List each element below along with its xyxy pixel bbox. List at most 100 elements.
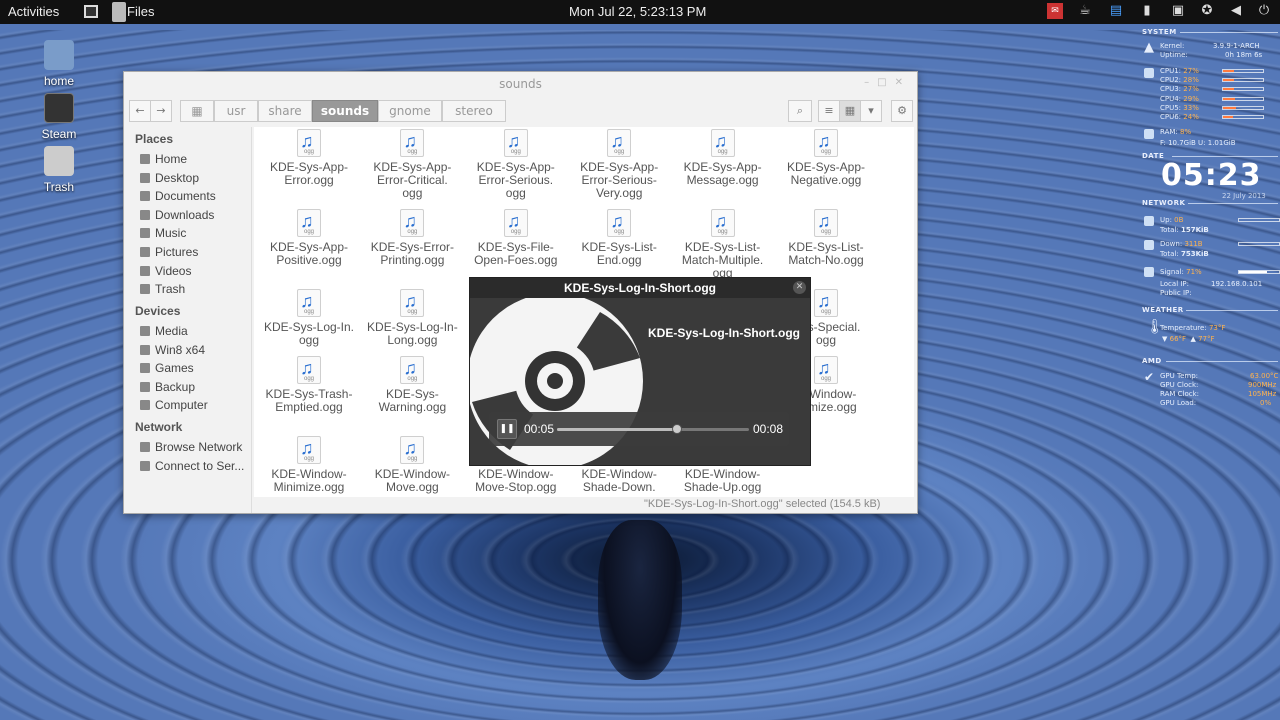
music-note-icon: ♫ xyxy=(403,358,417,378)
search-button[interactable]: ⌕ xyxy=(788,100,812,122)
temp-label: Temperature: xyxy=(1160,324,1207,332)
sidebar-item-connect-to-ser[interactable]: Connect to Ser... xyxy=(140,459,248,473)
file-item[interactable]: ♫ ogg KDE-Window- Move.ogg xyxy=(362,436,462,494)
crumb-usr[interactable]: usr xyxy=(214,100,258,122)
file-icon[interactable]: ▤ xyxy=(1108,3,1124,19)
sidebar-item-media[interactable]: Media xyxy=(140,324,248,338)
audio-file-icon: ♫ogg xyxy=(814,289,838,317)
back-button[interactable]: ← xyxy=(129,100,151,122)
file-item[interactable]: ♫ ogg KDE-Sys-Trash- Emptied.ogg xyxy=(259,356,359,414)
sidebar-item-win8-x64[interactable]: Win8 x64 xyxy=(140,343,248,357)
sidebar-item-computer[interactable]: Computer xyxy=(140,398,248,412)
crumb-sounds[interactable]: sounds xyxy=(312,100,378,122)
power-icon[interactable]: ⏻ xyxy=(1256,3,1272,19)
sidebar-item-documents[interactable]: Documents xyxy=(140,189,248,203)
sidebar-item-browse-network[interactable]: Browse Network xyxy=(140,440,248,454)
sidebar-item-home[interactable]: Home xyxy=(140,152,248,166)
file-item[interactable]: ♫ ogg KDE-Sys-App- Negative.ogg xyxy=(776,129,876,187)
cpu-label: CPU6: xyxy=(1160,113,1182,121)
app-menu-label[interactable]: Files xyxy=(127,4,154,19)
accessibility-icon[interactable]: ✪ xyxy=(1199,3,1215,19)
root-crumb[interactable]: ▦ xyxy=(180,100,214,122)
file-name-line: Long.ogg xyxy=(387,333,438,347)
crumb-share[interactable]: share xyxy=(258,100,312,122)
sidebar-item-videos[interactable]: Videos xyxy=(140,264,248,278)
clock[interactable]: Mon Jul 22, 5:23:13 PM xyxy=(569,4,706,19)
file-item[interactable]: ♫ ogg KDE-Sys- Warning.ogg xyxy=(362,356,462,414)
file-item[interactable]: ♫ ogg KDE-Sys-App- Error-Critical. ogg xyxy=(362,129,462,200)
cpu-label: CPU4: xyxy=(1160,94,1182,103)
crumb-stereo[interactable]: stereo xyxy=(442,100,506,122)
sidebar-item-downloads[interactable]: Downloads xyxy=(140,208,248,222)
forward-button[interactable]: → xyxy=(150,100,172,122)
file-name-line: ogg xyxy=(298,333,320,347)
audio-file-icon: ♫ogg xyxy=(297,289,321,317)
home-folder-icon xyxy=(44,40,74,70)
file-item[interactable]: ♫ ogg KDE-Sys-List- Match-Multiple. ogg xyxy=(673,209,773,280)
cpu-label: CPU1: xyxy=(1160,67,1182,75)
divider xyxy=(1180,32,1278,33)
sidebar-item-icon xyxy=(140,363,150,374)
signal-label: Signal: xyxy=(1160,268,1184,276)
coffee-icon[interactable]: ☕ xyxy=(1077,3,1093,19)
seek-handle[interactable] xyxy=(672,424,682,434)
view-options-button[interactable]: ▾ xyxy=(860,100,882,122)
ram-label: RAM: 8% xyxy=(1160,128,1191,136)
volume-icon[interactable]: ◀ xyxy=(1228,3,1244,19)
sidebar-item-icon xyxy=(140,265,150,276)
file-item[interactable]: ♫ ogg KDE-Sys-Log-In- Long.ogg xyxy=(362,289,462,347)
battery-icon[interactable]: ▮ xyxy=(1139,3,1155,19)
gpu-load-label: GPU Load: xyxy=(1160,399,1197,407)
file-item[interactable]: ♫ ogg KDE-Sys-App- Positive.ogg xyxy=(259,209,359,267)
sidebar-item-trash[interactable]: Trash xyxy=(140,282,248,296)
terminal-icon[interactable] xyxy=(84,5,98,18)
display-icon[interactable]: ▣ xyxy=(1170,3,1186,19)
seek-slider[interactable] xyxy=(557,424,749,434)
audio-file-icon: ♫ogg xyxy=(400,289,425,317)
music-note-icon: ♫ xyxy=(403,291,417,311)
mail-icon[interactable]: ✉ xyxy=(1047,3,1063,19)
desktop-steam[interactable]: Steam xyxy=(27,93,91,141)
pause-button[interactable]: ❚❚ xyxy=(497,419,517,439)
activities-button[interactable]: Activities xyxy=(8,4,59,19)
file-item[interactable]: ♫ ogg KDE-Sys-File- Open-Foes.ogg xyxy=(466,209,566,267)
cpu-value: 24% xyxy=(1183,113,1199,121)
desktop-icon-label: Trash xyxy=(43,180,75,194)
file-name-line: Error.ogg xyxy=(284,173,334,187)
crumb-gnome[interactable]: gnome xyxy=(378,100,442,122)
file-item[interactable]: ♫ ogg KDE-Sys-List- Match-No.ogg xyxy=(776,209,876,267)
ogg-tag: ogg xyxy=(820,376,831,382)
desktop-trash[interactable]: Trash xyxy=(27,146,91,194)
file-item[interactable]: ♫ ogg KDE-Sys-App- Error-Serious. ogg xyxy=(466,129,566,200)
ogg-tag: ogg xyxy=(614,149,625,155)
file-item[interactable]: ♫ ogg KDE-Sys-App- Error-Serious- Very.ogg xyxy=(569,129,669,200)
sidebar-item-games[interactable]: Games xyxy=(140,361,248,375)
file-item[interactable]: ♫ ogg KDE-Sys-List- End.ogg xyxy=(569,209,669,267)
sidebar-item-backup[interactable]: Backup xyxy=(140,380,248,394)
file-item[interactable]: ♫ ogg KDE-Sys-App- Error.ogg xyxy=(259,129,359,187)
sidebar-item-label: Trash xyxy=(155,282,186,297)
system-header: SYSTEM xyxy=(1142,28,1177,36)
sidebar-item-pictures[interactable]: Pictures xyxy=(140,245,248,259)
music-note-icon: ♫ xyxy=(817,131,831,151)
window-controls[interactable]: –□✕ xyxy=(864,77,911,88)
ram-clock-label: RAM Clock: xyxy=(1160,390,1200,398)
sidebar-item-label: Win8 x64 xyxy=(155,342,206,357)
file-item[interactable]: ♫ ogg KDE-Sys-App- Message.ogg xyxy=(673,129,773,187)
desktop-home[interactable]: home xyxy=(27,40,91,88)
sidebar-item-desktop[interactable]: Desktop xyxy=(140,171,248,185)
file-name-line: Printing.ogg xyxy=(380,253,445,267)
sidebar-item-music[interactable]: Music xyxy=(140,226,248,240)
file-item[interactable]: ♫ ogg KDE-Sys-Log-In. ogg xyxy=(259,289,359,347)
ram-label-text: RAM: xyxy=(1160,128,1178,136)
grid-view-button[interactable]: ▦ xyxy=(839,100,861,122)
file-item[interactable]: ♫ ogg KDE-Sys-Error- Printing.ogg xyxy=(362,209,462,267)
list-view-button[interactable]: ≡ xyxy=(818,100,840,122)
cpu-bar-fill xyxy=(1223,70,1234,72)
file-item[interactable]: ♫ ogg KDE-Window- Minimize.ogg xyxy=(259,436,359,494)
settings-button[interactable]: ⚙ xyxy=(891,100,913,122)
close-icon[interactable]: ✕ xyxy=(793,281,806,294)
status-bar: "KDE-Sys-Log-In-Short.ogg" selected (154… xyxy=(644,498,881,510)
gpu-clock: 900MHz xyxy=(1248,381,1277,389)
up-total-label: Total: xyxy=(1160,226,1179,234)
